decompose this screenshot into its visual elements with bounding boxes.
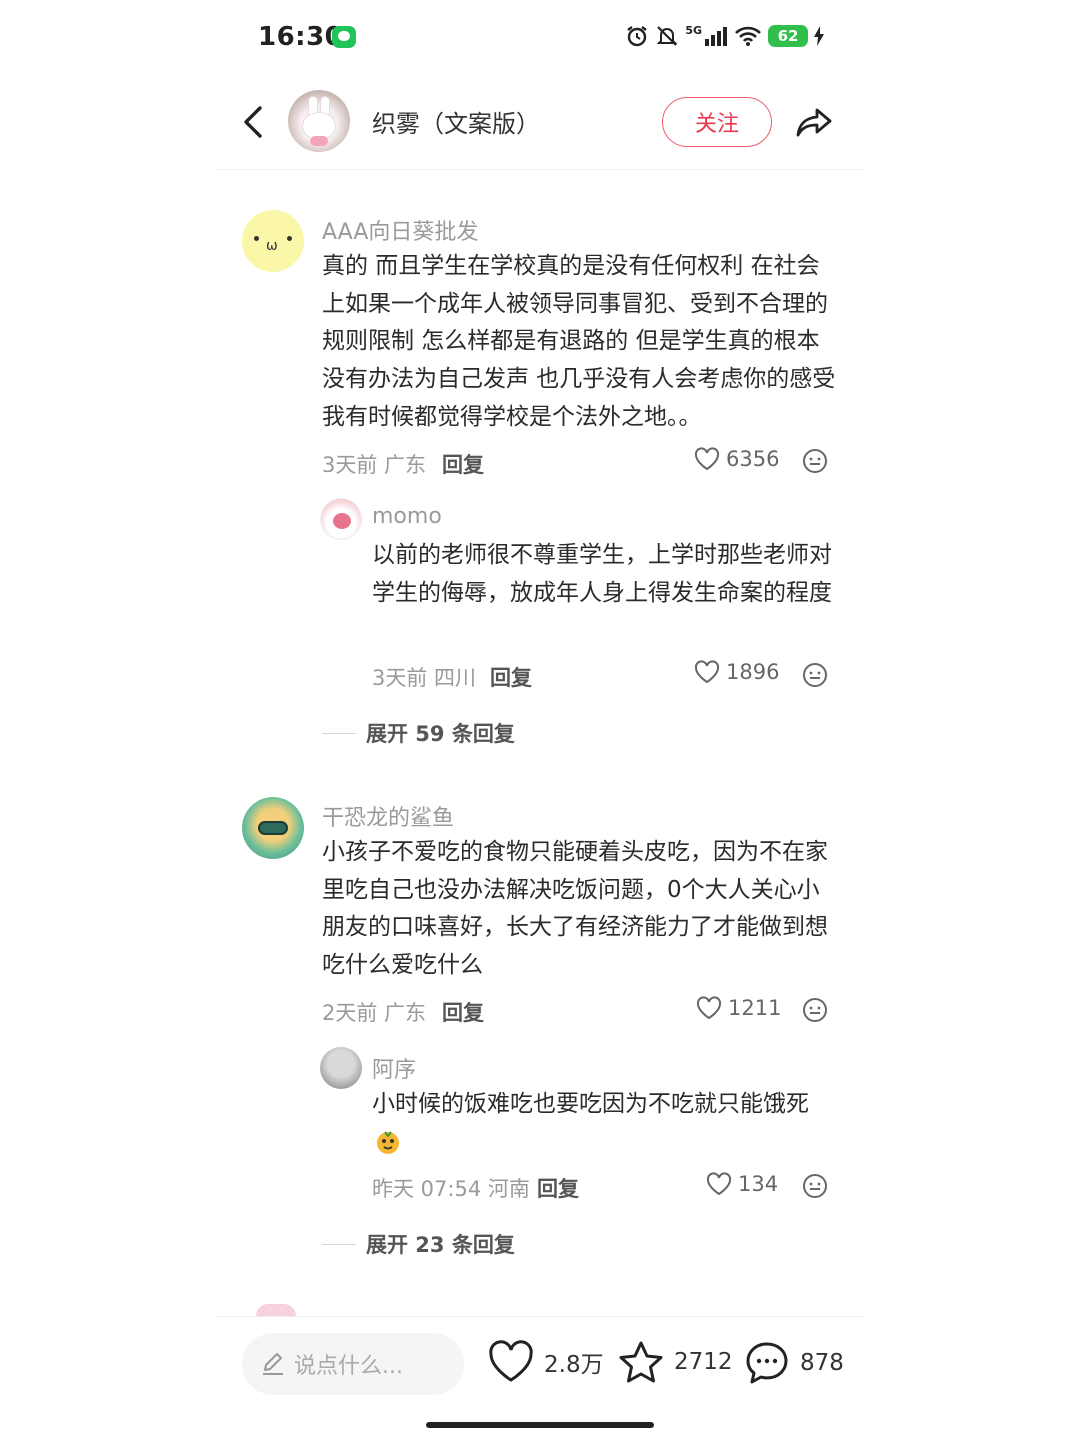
next-commenter-avatar [256, 1304, 296, 1316]
status-icons: 5G 62 [625, 24, 824, 48]
emoji-react-icon[interactable] [802, 448, 828, 474]
phone-screen: 16:30 5G 62 织雾（文案版） 关注 ω AAA向日葵批发 真的 而且学… [216, 0, 864, 1440]
emoji-react-icon[interactable] [802, 1173, 828, 1199]
post-star-count: 2712 [674, 1349, 733, 1375]
like-count: 1896 [726, 660, 780, 684]
reply-author-name[interactable]: momo [372, 504, 442, 529]
reply-meta: 3天前 四川 [372, 666, 477, 690]
reply-button[interactable]: 回复 [537, 1173, 579, 1203]
reply-meta: 昨天 07:54 河南 [372, 1177, 530, 1201]
heart-icon [489, 1340, 533, 1382]
reply-button[interactable]: 回复 [490, 662, 532, 692]
like-count: 6356 [726, 447, 780, 471]
charging-icon [814, 26, 824, 46]
follow-button[interactable]: 关注 [662, 97, 772, 147]
wifi-icon [735, 26, 761, 46]
heart-icon [706, 1172, 732, 1196]
expand-replies-label: 展开 59 条回复 [366, 722, 515, 746]
page-header: 织雾（文案版） 关注 [216, 88, 864, 158]
signal-icon [705, 27, 727, 46]
bottom-divider [216, 1316, 864, 1317]
author-avatar[interactable] [288, 90, 350, 152]
like-post-button[interactable]: 2.8万 [488, 1340, 604, 1384]
status-time: 16:30 [258, 22, 344, 52]
network-label: 5G [685, 24, 702, 37]
heart-icon [694, 447, 720, 471]
like-button[interactable]: 1896 [694, 660, 779, 684]
comment-text[interactable]: 真的 而且学生在学校真的是没有任何权利 在社会上如果一个成年人被领导同事冒犯、受… [322, 248, 842, 437]
battery-indicator: 62 [768, 25, 808, 47]
comment-meta: 3天前 广东 [322, 453, 427, 477]
like-button[interactable]: 134 [706, 1172, 778, 1196]
comment-text[interactable]: 小孩子不爱吃的食物只能硬着头皮吃，因为不在家里吃自己也没办法解决吃饭问题，0个大… [322, 834, 842, 985]
author-name[interactable]: 织雾（文案版） [372, 104, 540, 139]
like-count: 1211 [728, 996, 782, 1020]
comment-bubble-icon [746, 1342, 788, 1384]
comment-meta: 2天前 广东 [322, 1001, 427, 1025]
heart-icon [694, 660, 720, 684]
like-count: 134 [738, 1172, 779, 1196]
post-like-count: 2.8万 [544, 1352, 604, 1378]
reply-text[interactable]: 以前的老师很不尊重学生，上学时那些老师对学生的侮辱，放成年人身上得发生命案的程度 [372, 537, 838, 612]
comment-input[interactable]: 说点什么... [242, 1333, 464, 1395]
expand-replies-label: 展开 23 条回复 [366, 1233, 515, 1257]
reply-author-name[interactable]: 阿序 [372, 1052, 416, 1084]
mute-bell-icon [656, 26, 678, 46]
expand-replies-button[interactable]: 展开 59 条回复 [322, 718, 515, 748]
commenter-avatar[interactable] [242, 797, 304, 859]
commenter-name[interactable]: AAA向日葵批发 [322, 214, 478, 246]
like-button[interactable]: 1211 [696, 996, 781, 1020]
share-icon[interactable] [794, 102, 834, 142]
collect-post-button[interactable]: 2712 [618, 1340, 733, 1384]
emoji-react-icon[interactable] [802, 662, 828, 688]
post-comment-count: 878 [800, 1350, 844, 1376]
reply-button[interactable]: 回复 [442, 449, 484, 479]
reply-button[interactable]: 回复 [442, 997, 484, 1027]
comments-post-button[interactable]: 878 [744, 1340, 844, 1386]
star-icon [619, 1341, 663, 1383]
expand-divider [322, 732, 356, 734]
reply-text[interactable]: 小时候的饭难吃也要吃因为不吃就只能饿死 [372, 1086, 838, 1124]
expand-replies-button[interactable]: 展开 23 条回复 [322, 1229, 515, 1259]
sticker-emoji-icon [377, 1131, 399, 1154]
comment-input-placeholder: 说点什么... [294, 1354, 403, 1379]
header-divider [216, 169, 864, 170]
reply-avatar[interactable] [320, 1047, 362, 1089]
like-button[interactable]: 6356 [694, 447, 779, 471]
status-bar: 16:30 5G 62 [216, 18, 864, 58]
expand-divider [322, 1243, 356, 1245]
pencil-icon [263, 1353, 283, 1375]
emoji-react-icon[interactable] [802, 997, 828, 1023]
message-notification-icon [332, 26, 356, 48]
reply-avatar[interactable] [320, 498, 362, 540]
alarm-icon [627, 26, 648, 47]
home-indicator[interactable] [426, 1422, 654, 1428]
commenter-name[interactable]: 干恐龙的鲨鱼 [322, 800, 454, 832]
heart-icon [696, 996, 722, 1020]
commenter-avatar[interactable]: ω [242, 210, 304, 272]
back-icon[interactable] [236, 102, 272, 142]
